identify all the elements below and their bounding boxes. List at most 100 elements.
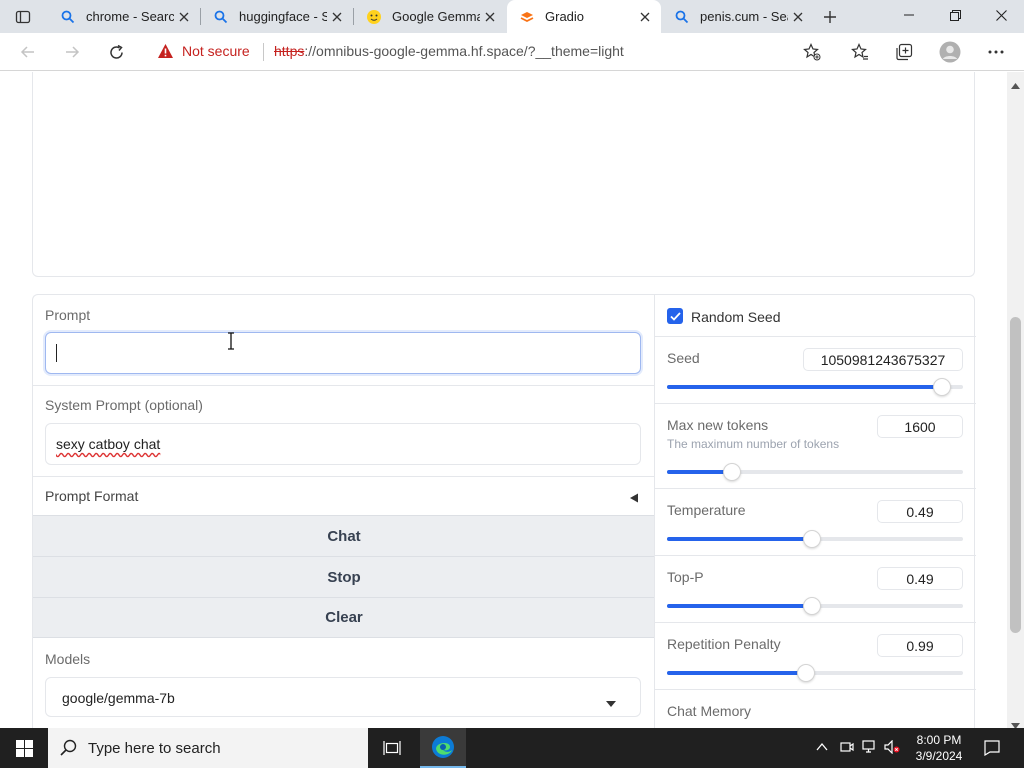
slider-handle[interactable] [803, 530, 822, 548]
parameters-column: Random Seed Seed 1050981243675327 Max ne… [654, 294, 976, 728]
caret-left-icon[interactable] [629, 490, 639, 508]
meet-now-icon[interactable] [840, 740, 854, 759]
settings-menu-button[interactable] [980, 37, 1012, 67]
random-seed-label[interactable]: Random Seed [691, 309, 781, 325]
chevron-up-icon[interactable] [816, 740, 828, 758]
tab-google-gemma[interactable]: Google Gemma [354, 0, 506, 33]
stop-button[interactable]: Stop [33, 556, 655, 597]
prompt-format-label[interactable]: Prompt Format [45, 488, 138, 504]
tab-label: Google Gemma [392, 9, 480, 24]
tab-label: penis.cum - Sea [700, 9, 788, 24]
browser-toolbar: Not secure https://omnibus-google-gemma.… [0, 33, 1024, 71]
divider [655, 403, 976, 404]
temperature-number-input[interactable]: 0.49 [877, 500, 963, 523]
random-seed-checkbox[interactable] [667, 308, 683, 324]
temperature-slider[interactable] [667, 530, 963, 548]
input-column: Prompt System Prompt (optional) sexy cat… [32, 294, 655, 728]
favorites-icon [851, 43, 868, 60]
top-p-label: Top-P [667, 569, 704, 585]
tab-chrome-search[interactable]: chrome - Search [48, 0, 200, 33]
max-tokens-info: The maximum number of tokens [667, 437, 840, 451]
add-favorite-button[interactable] [796, 37, 828, 67]
divider [33, 476, 655, 477]
tab-penis-cum-search[interactable]: penis.cum - Sea [662, 0, 814, 33]
page-content: Prompt System Prompt (optional) sexy cat… [0, 72, 1024, 728]
collections-icon [896, 43, 913, 61]
tab-gradio[interactable]: Gradio [507, 0, 661, 33]
security-status[interactable]: Not secure [182, 43, 250, 59]
tab-label: Gradio [545, 9, 585, 24]
taskbar-clock[interactable]: 8:00 PM 3/9/2024 [905, 732, 973, 764]
notifications-icon[interactable] [984, 740, 1000, 761]
taskbar-search-box[interactable]: Type here to search [48, 728, 368, 768]
close-icon[interactable] [788, 7, 808, 27]
url-text: ://omnibus-google-gemma.hf.space/?__them… [304, 43, 624, 59]
network-icon[interactable] [862, 740, 878, 759]
page-scrollbar[interactable] [1007, 72, 1024, 728]
max-tokens-slider[interactable] [667, 463, 963, 481]
minimize-button[interactable] [886, 0, 932, 30]
close-icon[interactable] [327, 7, 347, 27]
edge-taskbar-button[interactable] [420, 728, 466, 768]
clock-time: 8:00 PM [916, 733, 962, 747]
task-view-button[interactable] [372, 728, 412, 768]
windows-logo-icon [15, 739, 33, 757]
slider-handle[interactable] [723, 463, 742, 481]
close-window-button[interactable] [978, 0, 1024, 30]
text-cursor-icon [226, 332, 236, 355]
seed-number-input[interactable]: 1050981243675327 [803, 348, 963, 371]
repetition-penalty-slider[interactable] [667, 664, 963, 682]
browser-tab-strip: chrome - Search huggingface - S Google G… [0, 0, 1024, 33]
forward-button[interactable] [56, 37, 88, 67]
divider [655, 555, 976, 556]
repetition-penalty-number-input[interactable]: 0.99 [877, 634, 963, 657]
tab-huggingface-search[interactable]: huggingface - S [201, 0, 353, 33]
seed-label: Seed [667, 350, 700, 366]
address-bar[interactable]: https://omnibus-google-gemma.hf.space/?_… [274, 43, 624, 59]
scrollbar-thumb[interactable] [1010, 317, 1021, 633]
divider [33, 385, 655, 386]
close-icon[interactable] [480, 7, 500, 27]
collections-button[interactable] [888, 37, 920, 67]
slider-fill [667, 537, 813, 541]
clock-date: 3/9/2024 [915, 749, 963, 763]
prompt-label: Prompt [45, 307, 91, 323]
restore-button[interactable] [932, 0, 978, 30]
model-select[interactable]: google/gemma-7b [45, 677, 641, 717]
slider-handle[interactable] [803, 597, 822, 615]
back-button[interactable] [12, 37, 44, 67]
prompt-input[interactable] [45, 332, 641, 374]
top-p-number-input[interactable]: 0.49 [877, 567, 963, 590]
profile-button[interactable] [934, 37, 966, 67]
restore-icon [949, 9, 961, 21]
max-tokens-number-input[interactable]: 1600 [877, 415, 963, 438]
chat-button[interactable]: Chat [33, 515, 655, 556]
slider-handle[interactable] [797, 664, 816, 682]
new-tab-button[interactable] [818, 6, 842, 28]
warning-icon[interactable] [157, 43, 174, 64]
star-add-icon [803, 43, 821, 61]
volume-muted-icon[interactable] [884, 739, 900, 759]
divider [655, 488, 976, 489]
refresh-button[interactable] [100, 37, 132, 67]
close-icon[interactable] [635, 7, 655, 27]
close-icon[interactable] [174, 7, 194, 27]
scroll-up-icon[interactable] [1011, 76, 1020, 94]
tab-label: chrome - Search [86, 9, 174, 24]
scroll-down-icon[interactable] [1011, 716, 1020, 728]
favorites-button[interactable] [844, 37, 876, 67]
chevron-down-icon [606, 694, 616, 712]
slider-handle[interactable] [933, 378, 952, 396]
windows-taskbar: Type here to search 8:00 PM 3/9/2024 [0, 728, 1024, 768]
tab-actions-icon[interactable] [12, 7, 34, 27]
system-prompt-input[interactable]: sexy catboy chat [45, 423, 641, 465]
repetition-penalty-label: Repetition Penalty [667, 636, 781, 652]
taskbar-search-placeholder: Type here to search [88, 740, 221, 757]
url-scheme: https [274, 43, 305, 59]
seed-slider[interactable] [667, 378, 963, 396]
search-icon [674, 9, 690, 25]
clear-button[interactable]: Clear [33, 597, 655, 638]
start-button[interactable] [0, 728, 48, 768]
model-selected-value: google/gemma-7b [62, 690, 175, 706]
top-p-slider[interactable] [667, 597, 963, 615]
